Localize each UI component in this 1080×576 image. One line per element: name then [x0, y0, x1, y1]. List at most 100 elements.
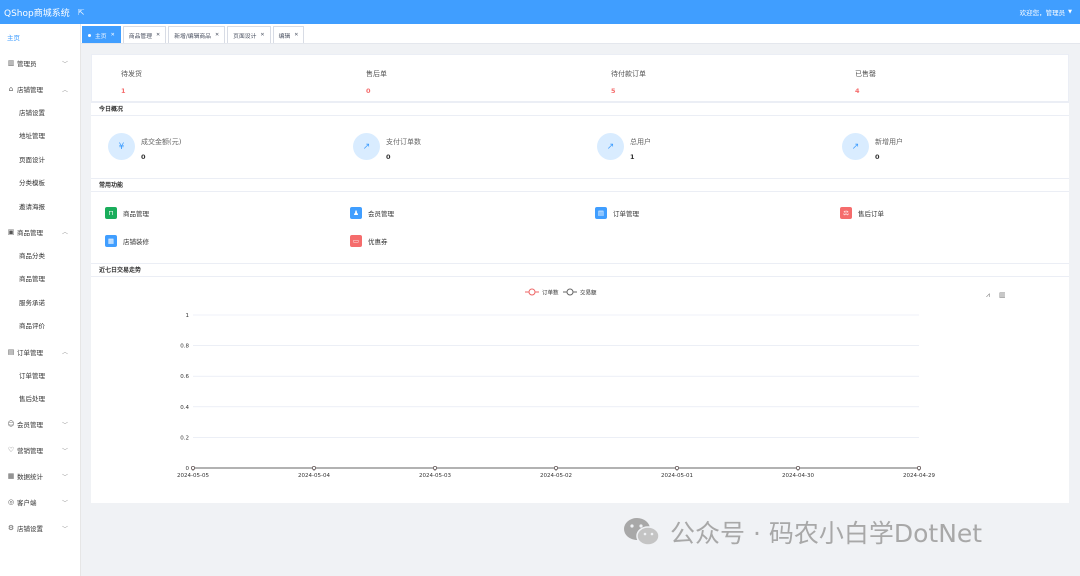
- bar-chart-icon: ▥: [7, 59, 15, 67]
- sidebar-group-1[interactable]: ⌂ 店铺管理 ︿: [0, 76, 80, 102]
- stat-2[interactable]: 待付款订单 5: [611, 69, 646, 95]
- y-tick-label: 0.6: [180, 374, 189, 380]
- line-switch-icon[interactable]: ⩘: [986, 291, 990, 299]
- order-icon: ▤: [7, 347, 15, 356]
- tab-4[interactable]: 编辑 ✕: [272, 26, 305, 43]
- function-item-3[interactable]: ⚖ 售后订单: [840, 207, 884, 219]
- sidebar-group-5[interactable]: ♡ 营销管理 ﹀: [0, 437, 80, 463]
- client-icon: ◎: [7, 498, 15, 507]
- series-point-1: [796, 465, 801, 470]
- stat-3[interactable]: 已售罄 4: [855, 69, 876, 95]
- tab-label: 主页: [95, 33, 107, 40]
- tab-label: 新增/编辑商品: [174, 33, 211, 40]
- sidebar-item[interactable]: 店铺设置: [0, 102, 80, 125]
- tab-3[interactable]: 页面设计 ✕: [227, 26, 271, 43]
- stats-row: 待发货 1 售后单 0 待付款订单 5 已售罄 4: [91, 54, 1069, 102]
- sidebar-group-label: 数据统计: [17, 473, 43, 482]
- legend-label: 交易额: [580, 289, 597, 297]
- sidebar-group-label: 会员管理: [17, 421, 43, 430]
- chevron-down-icon: ﹀: [61, 421, 68, 429]
- close-icon[interactable]: ✕: [215, 32, 219, 38]
- legend-marker: [566, 288, 574, 296]
- brand: QShop商城系统 ⇱: [0, 6, 84, 19]
- sidebar-item[interactable]: 商品评价: [0, 315, 80, 338]
- chevron-down-icon: ﹀: [61, 473, 68, 481]
- sidebar-item[interactable]: 售后处理: [0, 388, 80, 411]
- line-chart-icon: ↗: [842, 133, 869, 160]
- stat-label: 已售罄: [855, 70, 876, 78]
- stat-1[interactable]: 售后单 0: [366, 69, 387, 95]
- sidebar-item[interactable]: 商品管理: [0, 268, 80, 291]
- tab-label: 页面设计: [233, 33, 257, 40]
- tab-0[interactable]: 主页 ✕: [82, 26, 121, 43]
- dashboard: 待发货 1 售后单 0 待付款订单 5 已售罄 4 今日概况 ¥ 成交金额(元) 0 ↗ 支付订单数 0…: [91, 54, 1069, 503]
- sidebar-group-label: 客户端: [17, 499, 37, 508]
- user-menu[interactable]: 欢迎您，管理员 ▼: [1020, 7, 1080, 17]
- close-icon[interactable]: ✕: [111, 32, 115, 38]
- heart-icon: ♡: [7, 446, 15, 455]
- chevron-down-icon: ﹀: [61, 499, 68, 507]
- sidebar-group-4[interactable]: ☺ 会员管理 ﹀: [0, 411, 80, 437]
- sidebar-group-2[interactable]: ▣ 商品管理 ︿: [0, 219, 80, 245]
- tab-label: 编辑: [278, 33, 291, 40]
- overview-text: 新增用户 0: [875, 137, 903, 161]
- x-tick-label: 2024-05-02: [540, 473, 572, 479]
- sidebar-item[interactable]: 商品分类: [0, 245, 80, 268]
- overview-text: 成交金额(元) 0: [141, 137, 181, 161]
- y-tick-label: 0.4: [180, 405, 189, 411]
- overview-item-2: ↗ 总用户 1: [597, 133, 651, 161]
- overview-text: 总用户 1: [630, 137, 651, 161]
- tab-1[interactable]: 商品管理 ✕: [122, 26, 167, 43]
- function-label: 优惠券: [368, 238, 388, 246]
- x-tick-label: 2024-04-29: [903, 473, 935, 479]
- user-icon: ☺: [7, 420, 15, 429]
- stat-value: 5: [611, 87, 616, 95]
- sidebar-group-8[interactable]: ⚙ 店铺设置 ﹀: [0, 515, 80, 541]
- sidebar-item[interactable]: 页面设计: [0, 149, 80, 172]
- sidebar-item-home[interactable]: 主页: [0, 24, 80, 50]
- overview-item-1: ↗ 支付订单数 0: [353, 133, 421, 161]
- close-icon[interactable]: ✕: [294, 32, 298, 38]
- bar-switch-icon[interactable]: ▥: [999, 291, 1006, 299]
- overview-value: 0: [386, 153, 391, 161]
- tab-2[interactable]: 新增/编辑商品 ✕: [168, 26, 226, 43]
- close-icon[interactable]: ✕: [260, 32, 264, 38]
- y-tick-label: 1: [186, 313, 190, 319]
- sidebar: 主页 ▥ 管理员 ﹀ ⌂ 店铺管理 ︿ 店铺设置 地址管理 页面设计 分类模板 邀请海报 ▣ 商品管理 ︿…: [0, 24, 81, 576]
- app-title: QShop商城系统: [4, 8, 70, 19]
- function-item-4[interactable]: ▦ 店铺装修: [105, 235, 149, 247]
- stat-0[interactable]: 待发货 1: [121, 69, 142, 95]
- bag-icon: ⊓: [105, 207, 117, 219]
- overview-title: 今日概况: [91, 102, 1069, 116]
- collapse-sidebar-icon[interactable]: ⇱: [78, 8, 85, 17]
- function-item-2[interactable]: ▤ 订单管理: [595, 207, 639, 219]
- function-item-5[interactable]: ▭ 优惠券: [350, 235, 388, 247]
- sidebar-group-0[interactable]: ▥ 管理员 ﹀: [0, 50, 80, 76]
- x-tick-label: 2024-04-30: [782, 473, 814, 479]
- active-dot-icon: [88, 33, 91, 37]
- y-tick-label: 0: [186, 466, 190, 472]
- member-icon: ♟: [350, 207, 362, 219]
- sidebar-item[interactable]: 邀请海报: [0, 196, 80, 219]
- function-item-1[interactable]: ♟ 会员管理: [350, 207, 394, 219]
- function-item-0[interactable]: ⊓ 商品管理: [105, 207, 149, 219]
- sidebar-item[interactable]: 服务承诺: [0, 292, 80, 315]
- chevron-up-icon: ︿: [61, 229, 68, 237]
- sidebar-group-label: 管理员: [17, 60, 37, 68]
- sidebar-group-6[interactable]: ▦ 数据统计 ﹀: [0, 463, 80, 489]
- stats-icon: ▦: [7, 472, 15, 481]
- close-icon[interactable]: ✕: [156, 32, 160, 38]
- stat-value: 0: [366, 87, 371, 95]
- sidebar-item[interactable]: 分类模板: [0, 172, 80, 195]
- sidebar-group-7[interactable]: ◎ 客户端 ﹀: [0, 489, 80, 515]
- overview-value: 0: [875, 153, 880, 161]
- sidebar-item[interactable]: 订单管理: [0, 365, 80, 388]
- tab-label: 商品管理: [128, 33, 153, 40]
- line-chart-icon: ↗: [353, 133, 380, 160]
- overview-label: 总用户: [630, 138, 651, 146]
- function-label: 订单管理: [613, 210, 639, 218]
- sidebar-item[interactable]: 地址管理: [0, 125, 80, 148]
- stat-label: 售后单: [366, 70, 387, 78]
- sidebar-group-3[interactable]: ▤ 订单管理 ︿: [0, 339, 80, 365]
- trend-title: 近七日交易走势: [91, 263, 1069, 277]
